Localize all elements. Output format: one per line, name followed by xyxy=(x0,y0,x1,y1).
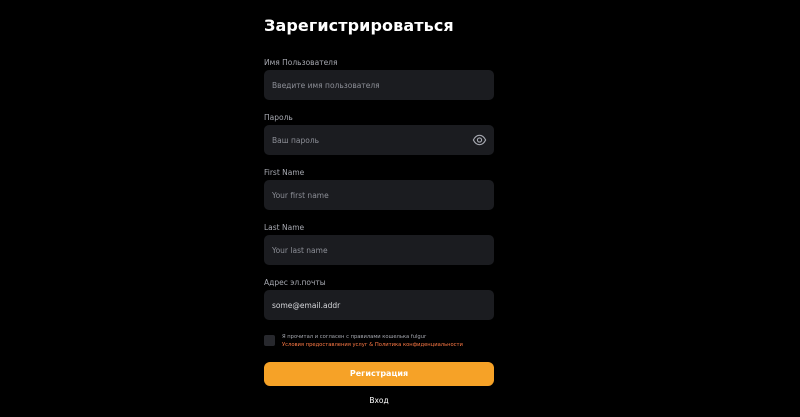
eye-icon[interactable] xyxy=(472,133,487,147)
page-title: Зарегистрироваться xyxy=(264,16,454,35)
password-input[interactable] xyxy=(264,125,494,155)
first-name-field-box xyxy=(264,180,494,210)
last-name-label: Last Name xyxy=(264,223,305,232)
terms-link[interactable]: Условия предоставления услуг xyxy=(282,342,368,348)
privacy-link[interactable]: Политика конфиденциальности xyxy=(375,342,463,348)
email-input[interactable] xyxy=(264,290,494,320)
first-name-input[interactable] xyxy=(264,180,494,210)
username-field-box xyxy=(264,70,494,100)
first-name-label: First Name xyxy=(264,168,305,177)
register-button[interactable]: Регистрация xyxy=(264,362,494,386)
password-label: Пароль xyxy=(264,113,293,122)
last-name-input[interactable] xyxy=(264,235,494,265)
last-name-field-box xyxy=(264,235,494,265)
email-label: Адрес эл.почты xyxy=(264,278,326,287)
username-label: Имя Пользователя xyxy=(264,58,338,67)
agreement-separator: & xyxy=(367,342,375,348)
password-field-box xyxy=(264,125,494,155)
agreement-checkbox[interactable] xyxy=(264,335,275,346)
login-link[interactable]: Вход xyxy=(264,396,494,405)
agreement-links: Условия предоставления услуг & Политика … xyxy=(282,342,463,348)
username-input[interactable] xyxy=(264,70,494,100)
agreement-row: Я прочитал и согласен с правилами кошель… xyxy=(264,334,494,350)
email-field-box xyxy=(264,290,494,320)
register-page: Зарегистрироваться Имя Пользователя Паро… xyxy=(0,0,800,417)
agreement-text: Я прочитал и согласен с правилами кошель… xyxy=(282,334,427,340)
